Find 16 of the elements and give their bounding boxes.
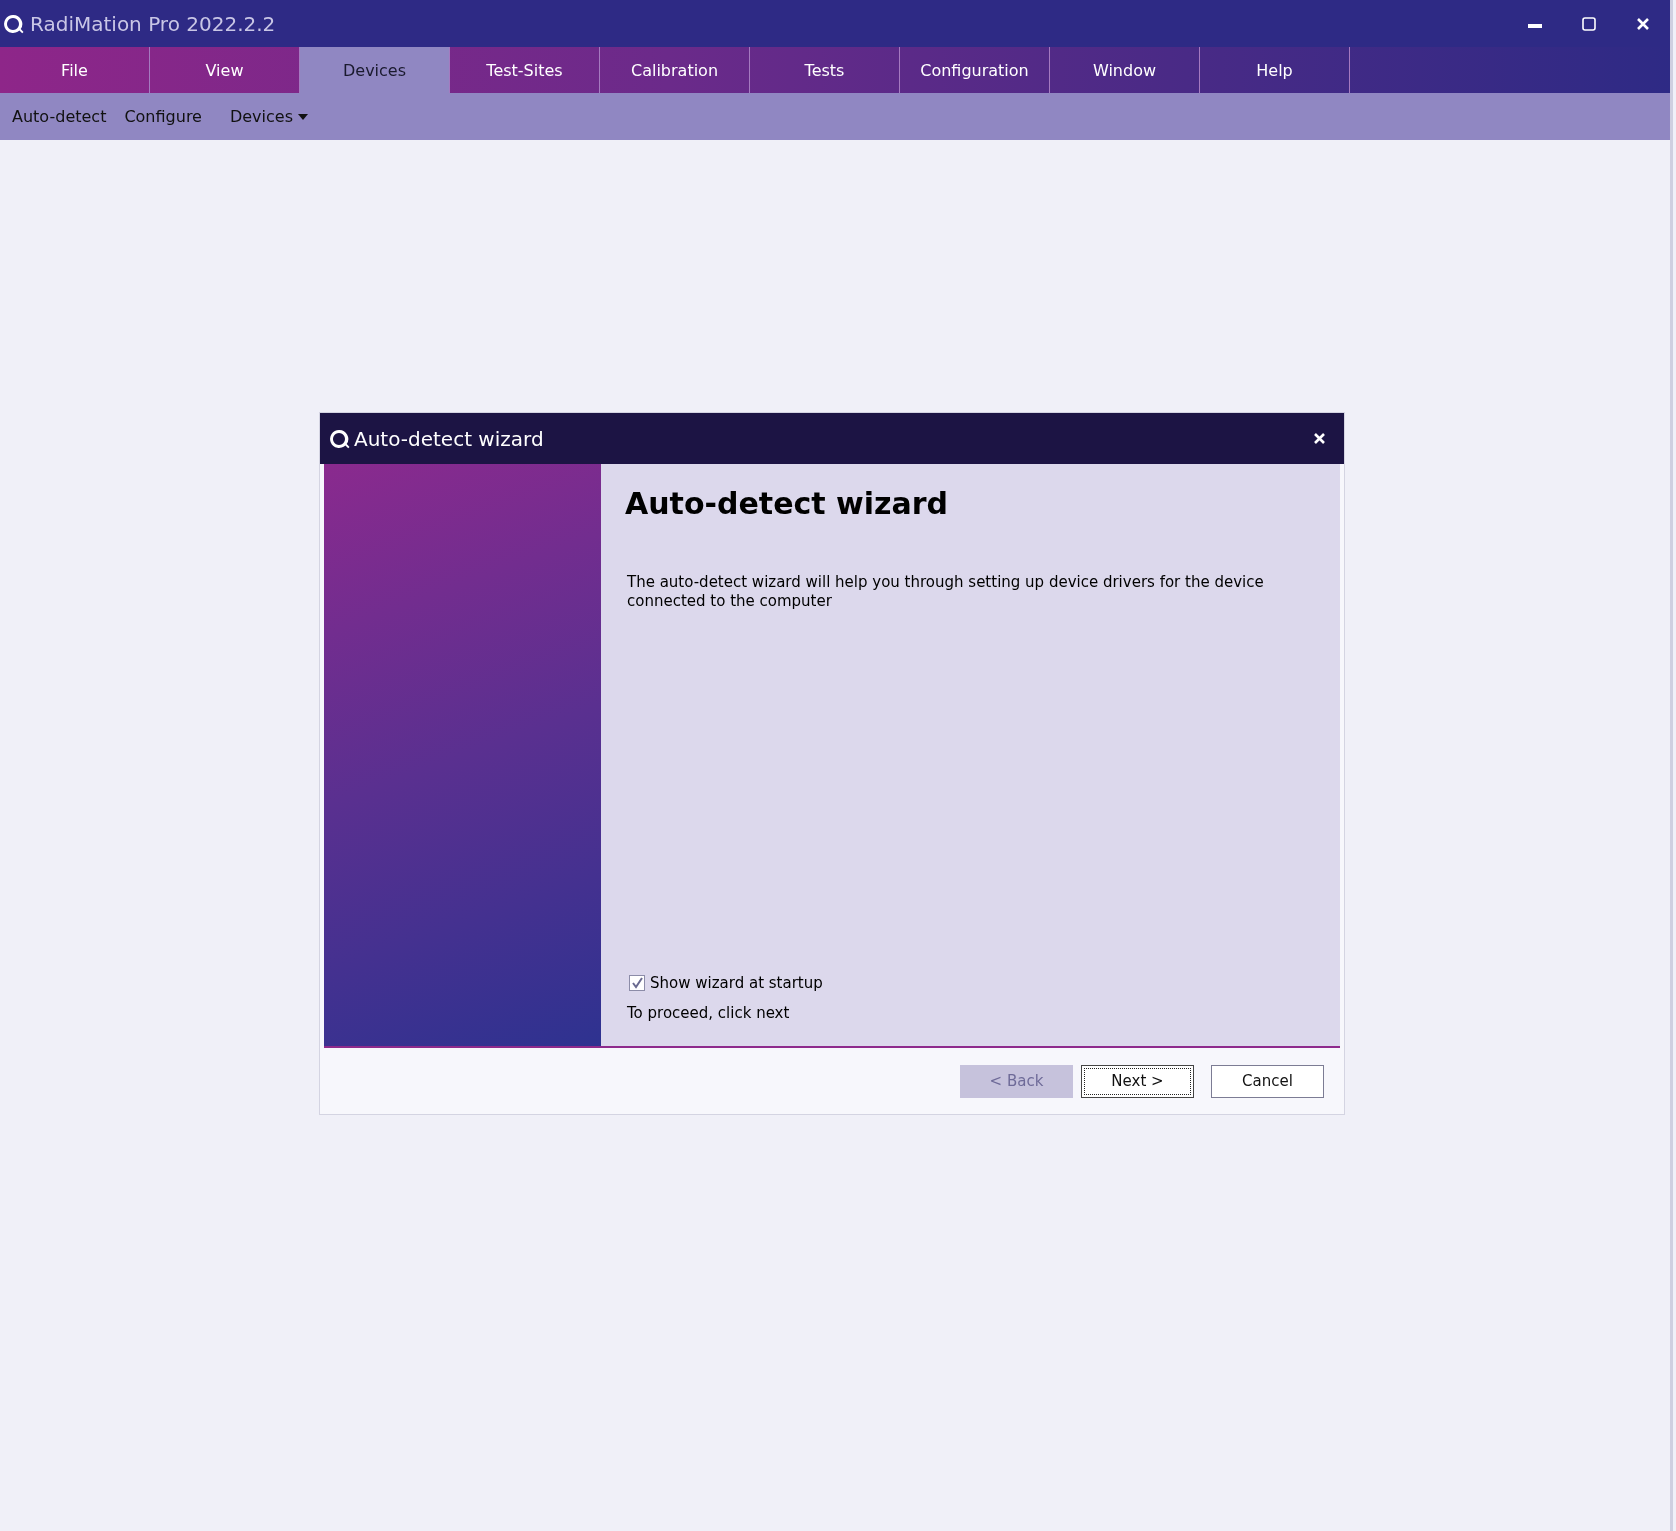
toolbar-button[interactable]: Auto-detect xyxy=(12,107,107,126)
checkbox[interactable] xyxy=(629,975,645,991)
wizard-description: The auto-detect wizard will help you through setting up device drivers for the device connected to the computer xyxy=(627,573,1265,611)
window-title: RadiMation Pro 2022.2.2 xyxy=(30,11,277,36)
dialog-button[interactable]: Cancel xyxy=(1211,1064,1324,1098)
toolbar-dropdown[interactable]: Devices xyxy=(229,107,308,126)
caret-icon xyxy=(298,113,308,120)
wizard-heading: Auto-detect wizard xyxy=(625,486,950,521)
dialog-button[interactable]: Next > xyxy=(1081,1064,1194,1098)
logo-icon xyxy=(2,12,24,35)
instruction-text: To proceed, click next xyxy=(627,1004,791,1022)
checkbox-label[interactable]: Show wizard at startup xyxy=(650,974,823,992)
dialog-title: Auto-detect wizard xyxy=(354,426,545,451)
toolbar-button[interactable]: Configure xyxy=(124,107,202,126)
menu-tab[interactable]: Devices xyxy=(300,47,450,93)
logo-icon xyxy=(328,427,350,450)
